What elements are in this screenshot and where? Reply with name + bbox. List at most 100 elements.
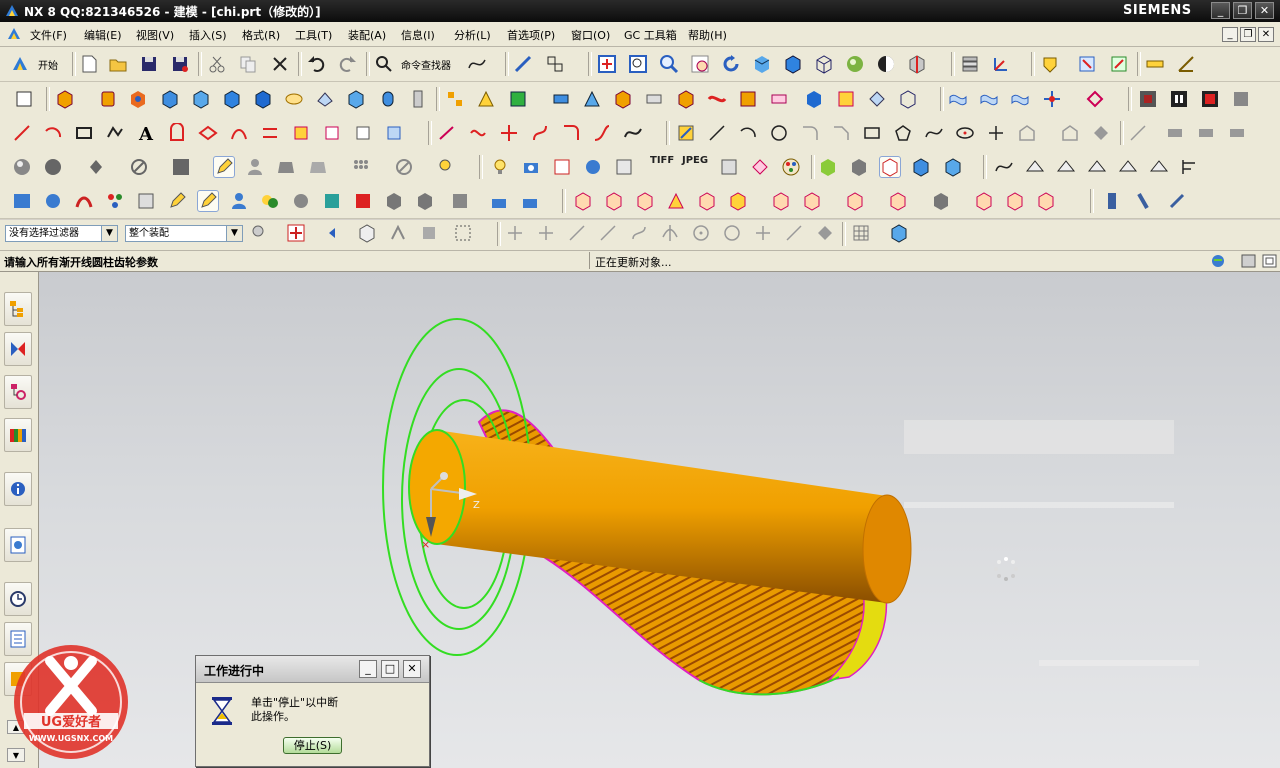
die-engineering-icon[interactable] [415,191,435,211]
highlight-pencil-icon[interactable] [213,156,235,178]
sketch-curve-icon[interactable] [467,54,487,74]
divide-curve-icon[interactable] [530,123,550,143]
offset-curve-icon[interactable] [198,123,218,143]
dialog-title-bar[interactable]: 工作进行中 _ □ ✕ [196,656,429,683]
intersect-icon[interactable] [222,89,242,109]
sketch-spline-icon[interactable] [924,123,944,143]
menu-edit[interactable]: 编辑(E) [84,27,122,43]
unite-icon[interactable] [160,89,180,109]
axis-icon[interactable] [1042,89,1062,109]
reuse-library-tab[interactable] [4,418,32,452]
snap-arc-icon[interactable] [629,223,649,243]
menu-view[interactable]: 视图(V) [136,27,174,43]
dialog-close-button[interactable]: ✕ [403,660,421,678]
extrude-icon[interactable] [55,89,75,109]
snap-bounded-grid-icon[interactable] [815,223,835,243]
sketch-finish-icon[interactable] [676,123,696,143]
hd3d-tools-tab[interactable] [4,472,32,506]
replace-face-icon[interactable] [898,89,918,109]
menu-analysis[interactable]: 分析(L) [454,27,491,43]
knowledge-fusion-icon[interactable] [1040,54,1060,74]
gear-tool-5-icon[interactable] [697,191,717,211]
studio-icon[interactable] [876,54,896,74]
gear-tool-3-icon[interactable] [635,191,655,211]
emboss-icon[interactable] [804,89,824,109]
stage-icon[interactable] [308,157,328,177]
gear-tool-14-icon[interactable] [1036,191,1056,211]
sketch-auto-constrain-icon[interactable] [1227,123,1247,143]
show-hide-icon[interactable] [911,157,931,177]
revolve-icon[interactable] [98,89,118,109]
face-rule-icon[interactable] [419,223,439,243]
gear-tool-4-icon[interactable] [666,191,686,211]
doc-restore-button[interactable]: ❐ [1240,27,1256,42]
datum-plane-icon[interactable] [508,89,528,109]
sphere-render-icon[interactable] [845,54,865,74]
background-icon[interactable] [171,157,191,177]
modeling-app-icon[interactable] [197,190,219,212]
thicken-icon[interactable] [738,89,758,109]
color-body-icon[interactable] [818,157,838,177]
snap-quadrant-icon[interactable] [722,223,742,243]
spring-icon[interactable] [408,89,428,109]
projection-curve-icon[interactable] [229,123,249,143]
fit-view-icon[interactable] [597,54,617,74]
nx-menu-icon[interactable] [6,26,22,42]
shell-icon[interactable] [346,89,366,109]
gc-tool-7-icon[interactable] [1180,157,1200,177]
assembly-constraints-icon[interactable] [520,191,540,211]
translucency-icon[interactable] [943,157,963,177]
dialog-maximize-button[interactable]: □ [381,660,399,678]
wireframe-icon[interactable] [814,54,834,74]
menu-insert[interactable]: 插入(S) [189,27,227,43]
tiff-export-label[interactable]: TIFF [650,155,674,166]
gear-tool-2-icon[interactable] [604,191,624,211]
doc-close-button[interactable]: ✕ [1258,27,1274,42]
measure-angle-icon[interactable] [1176,54,1196,74]
surface-through-curves-icon[interactable] [948,89,968,109]
selection-scope-dropdown[interactable]: 整个装配 ▼ [125,225,243,242]
movie-settings-icon[interactable] [1231,89,1251,109]
menu-help[interactable]: 帮助(H) [688,27,727,43]
arc-icon[interactable] [43,123,63,143]
material-sphere-icon[interactable] [43,157,63,177]
gear-tool-1-icon[interactable] [573,191,593,211]
gear-tool-11-icon[interactable] [931,191,951,211]
edit-object-display-icon[interactable] [879,156,901,178]
block-icon[interactable] [253,89,273,109]
menu-information[interactable]: 信息(I) [401,27,435,43]
rectangle-select-icon[interactable] [453,223,473,243]
layout-icon[interactable] [545,54,565,74]
snap-point-icon[interactable] [286,223,306,243]
no-shadow-icon[interactable] [394,157,414,177]
human-model-icon[interactable] [229,191,249,211]
shape-studio-icon[interactable] [74,191,94,211]
disable-icon[interactable] [129,157,149,177]
gc-tool-6-icon[interactable] [1149,157,1169,177]
snap-midpoint-icon[interactable] [536,223,556,243]
mirror-feature-icon[interactable] [476,89,496,109]
curve-length-icon[interactable] [592,123,612,143]
curve-edit-icon[interactable] [437,123,457,143]
command-finder-label[interactable]: 命令查找器 [401,57,451,72]
combined-projection-icon[interactable] [353,123,373,143]
isoparametric-curve-icon[interactable] [384,123,404,143]
sketch-mirror-icon[interactable] [1091,123,1111,143]
zoom-icon[interactable] [659,54,679,74]
sketch-relations-icon[interactable] [1196,123,1216,143]
pause-record-icon[interactable] [1169,89,1189,109]
bridge-curve-icon[interactable] [291,123,311,143]
curve-rule-icon[interactable] [388,223,408,243]
inspection-icon[interactable] [384,191,404,211]
save-icon[interactable] [139,54,159,74]
gear-tool-10-icon[interactable] [888,191,908,211]
chamfer-icon[interactable] [315,89,335,109]
part-navigator-tab[interactable] [4,375,32,409]
selection-priority-icon[interactable] [1077,54,1097,74]
undo-icon[interactable] [306,54,326,74]
gear-tool-9-icon[interactable] [845,191,865,211]
trim-corner-icon[interactable] [499,123,519,143]
menu-tools[interactable]: 工具(T) [295,27,332,43]
gear-tool-7-icon[interactable] [771,191,791,211]
texture-icon[interactable] [614,157,634,177]
